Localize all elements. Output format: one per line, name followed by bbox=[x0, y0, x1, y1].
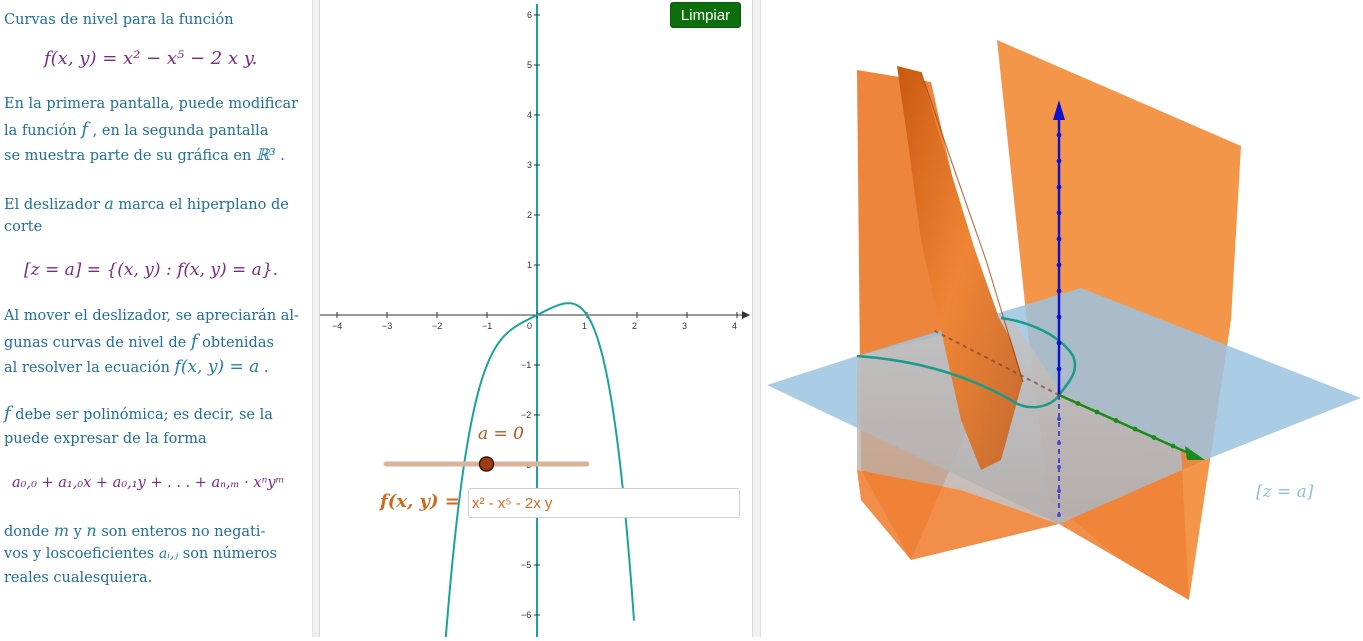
z-tick bbox=[1056, 314, 1062, 320]
panel-divider-left[interactable] bbox=[312, 0, 320, 637]
z-tick bbox=[1056, 236, 1062, 242]
paragraph-4b: puede expresar de la forma bbox=[4, 431, 207, 447]
y-tick-label: 1 bbox=[527, 260, 532, 270]
y-tick-label: 6 bbox=[527, 10, 532, 20]
y-tick-3d bbox=[1132, 426, 1138, 432]
y-tick-label: −2 bbox=[521, 410, 531, 420]
y-tick-3d bbox=[1170, 443, 1176, 449]
z-tick bbox=[1056, 288, 1062, 294]
x-tick-label: 0 bbox=[527, 321, 532, 331]
paragraph-5a: donde m y n son enteros no negati- bbox=[4, 521, 266, 540]
paragraph-3a: Al mover el deslizador, se apreciarán al… bbox=[4, 308, 299, 324]
x-tick-label: 1 bbox=[582, 321, 587, 331]
paragraph-1b: la función f , en la segunda pantalla bbox=[4, 119, 269, 140]
x-tick-label: −4 bbox=[332, 321, 342, 331]
polynomial-form: a₀,₀ + a₁,₀x + a₀,₁y + . . . + aₙ,ₘ · xⁿ… bbox=[12, 475, 285, 491]
intro-text: Curvas de nivel para la función bbox=[4, 12, 234, 28]
slider-label: a = 0 bbox=[478, 424, 525, 444]
x-axis-arrow bbox=[742, 311, 750, 319]
y-tick-label: 5 bbox=[527, 60, 532, 70]
z-tick bbox=[1056, 340, 1062, 346]
clear-button[interactable]: Limpiar bbox=[670, 2, 741, 28]
x-tick-label: −2 bbox=[432, 321, 442, 331]
paragraph-2a: El deslizador a marca el hiperplano de bbox=[4, 194, 289, 213]
graphics-view-2d[interactable]: −4−3−2−101234 654321−1−2−3−4−5−6 bbox=[320, 0, 752, 641]
graphics-view-3d[interactable] bbox=[761, 0, 1363, 637]
x-tick-label: −3 bbox=[382, 321, 392, 331]
y-tick-3d bbox=[1075, 401, 1081, 406]
graph-canvas[interactable]: −4−3−2−101234 654321−1−2−3−4−5−6 bbox=[320, 0, 752, 641]
paragraph-2b: corte bbox=[4, 219, 43, 235]
function-formula: f(x, y) = x² − x⁵ − 2 x y. bbox=[44, 48, 258, 69]
z-tick-negative bbox=[1057, 441, 1061, 445]
z-tick-negative bbox=[1057, 465, 1061, 469]
y-tick-3d bbox=[1094, 409, 1100, 415]
x-tick-label: 3 bbox=[682, 321, 687, 331]
z-tick-negative bbox=[1057, 489, 1061, 493]
paragraph-4a: f debe ser polinómica; es decir, se la bbox=[4, 403, 273, 424]
graph-3d-canvas[interactable] bbox=[761, 0, 1363, 637]
level-set-equation: [z = a] = {(x, y) : f(x, y) = a}. bbox=[24, 260, 279, 280]
paragraph-1a: En la primera pantalla, puede modificar bbox=[4, 96, 299, 112]
z-tick-negative bbox=[1057, 513, 1061, 517]
z-tick bbox=[1056, 366, 1062, 372]
paragraph-1c: se muestra parte de su gráfica en ℝ³ . bbox=[4, 145, 285, 164]
panel-divider-right[interactable] bbox=[752, 0, 761, 637]
y-tick-label: −5 bbox=[521, 560, 531, 570]
x-tick-label: 2 bbox=[632, 321, 637, 331]
y-tick-label: 2 bbox=[527, 210, 532, 220]
x-tick-label: 4 bbox=[732, 321, 737, 331]
plane-label: [z = a] bbox=[1256, 482, 1314, 502]
paragraph-5b: vos y loscoeficientes aᵢ,ⱼ son números bbox=[4, 546, 277, 562]
y-tick-label: 3 bbox=[527, 160, 532, 170]
z-tick-negative bbox=[1057, 417, 1061, 421]
y-tick-label: −6 bbox=[521, 610, 531, 620]
slider-knob[interactable] bbox=[478, 456, 495, 472]
paragraph-3b: gunas curvas de nivel de f obtenidas bbox=[4, 331, 274, 352]
y-tick-label: 4 bbox=[527, 110, 532, 120]
y-tick-3d bbox=[1151, 435, 1157, 440]
function-input[interactable]: x² - x⁵ - 2x y bbox=[468, 488, 740, 518]
paragraph-5c: reales cualesquiera. bbox=[4, 570, 153, 586]
z-tick bbox=[1056, 158, 1062, 164]
description-panel: Curvas de nivel para la función f(x, y) … bbox=[0, 0, 312, 637]
x-tick-label: −1 bbox=[482, 321, 492, 331]
z-tick bbox=[1056, 262, 1062, 268]
z-tick bbox=[1056, 210, 1062, 216]
y-tick-label: −1 bbox=[521, 360, 531, 370]
function-input-label: f(x, y) = bbox=[380, 491, 460, 512]
y-tick-3d bbox=[1113, 418, 1119, 423]
paragraph-3c: al resolver la ecuación f(x, y) = a . bbox=[4, 357, 269, 377]
z-tick bbox=[1056, 184, 1062, 190]
z-tick bbox=[1056, 132, 1062, 138]
level-curve bbox=[444, 302, 635, 641]
